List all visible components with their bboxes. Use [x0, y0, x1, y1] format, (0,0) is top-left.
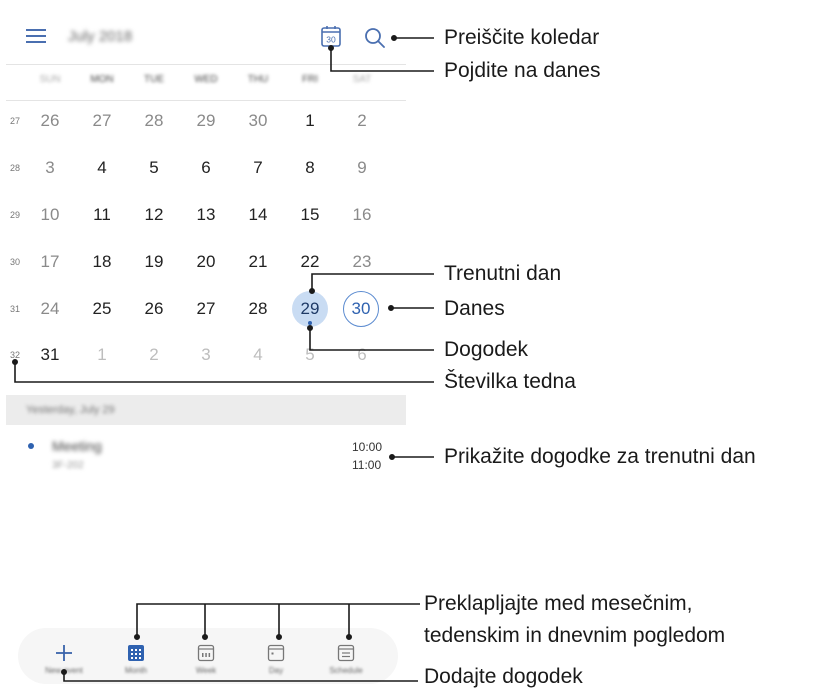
day-cell[interactable]: 5 — [290, 340, 330, 370]
event-color-dot — [28, 443, 34, 449]
day-cell[interactable]: 26 — [30, 106, 70, 136]
callout-switch-view-line2: tedenskim in dnevnim pogledom — [424, 624, 726, 647]
day-cell[interactable]: 3 — [186, 340, 226, 370]
day-cell[interactable]: 28 — [134, 106, 174, 136]
go-to-today-icon[interactable]: 30 — [321, 25, 341, 47]
weekday-header: SUN MON TUE WED THU FRI SAT — [24, 74, 394, 92]
day-cell[interactable]: 24 — [30, 294, 70, 324]
callout-event: Dogodek — [444, 338, 529, 361]
header-divider — [6, 64, 406, 65]
day-cell[interactable]: 1 — [290, 106, 330, 136]
day-cell[interactable]: 25 — [82, 294, 122, 324]
plus-icon — [56, 645, 72, 661]
day-cell[interactable]: 27 — [82, 106, 122, 136]
week-view-tab[interactable]: Week — [180, 636, 232, 680]
weekday-sat: SAT — [352, 74, 372, 85]
event-location: 3F-202 — [52, 460, 84, 471]
weekday-mon: MON — [90, 74, 114, 85]
nav-label: Day — [268, 666, 284, 675]
day-cell[interactable]: 23 — [342, 247, 382, 277]
weekday-fri: FRI — [301, 74, 319, 85]
day-cell[interactable]: 5 — [134, 153, 174, 183]
weekday-thu: THU — [247, 74, 269, 85]
day-cell[interactable]: 12 — [134, 200, 174, 230]
week-number: 32 — [9, 350, 20, 360]
day-cell[interactable]: 10 — [30, 200, 70, 230]
callout-show-events: Prikažite dogodke za trenutni dan — [444, 445, 756, 468]
week-number: 29 — [9, 210, 20, 220]
day-cell[interactable]: 20 — [186, 247, 226, 277]
day-cell[interactable]: 15 — [290, 200, 330, 230]
day-cell[interactable]: 13 — [186, 200, 226, 230]
callout-search: Preiščite koledar — [444, 26, 600, 49]
day-view-icon — [267, 644, 285, 662]
today-icon-number: 30 — [326, 35, 336, 45]
day-cell[interactable]: 6 — [342, 340, 382, 370]
event-start-time: 10:00 — [352, 440, 383, 454]
day-cell[interactable]: 30 — [238, 106, 278, 136]
weekday-tue: TUE — [144, 74, 164, 85]
day-cell[interactable]: 11 — [82, 200, 122, 230]
day-cell[interactable]: 14 — [238, 200, 278, 230]
day-cell[interactable]: 27 — [186, 294, 226, 324]
events-header-label: Yesterday, July 29 — [26, 404, 115, 416]
today-day-cell[interactable]: 30 — [343, 291, 379, 327]
callout-go-today: Pojdite na danes — [444, 59, 601, 82]
schedule-view-icon — [337, 644, 355, 662]
day-cell[interactable]: 31 — [30, 340, 70, 370]
bottom-navigation: New event Month Week Day Schedule — [18, 628, 398, 684]
day-cell[interactable]: 9 — [342, 153, 382, 183]
day-cell[interactable]: 18 — [82, 247, 122, 277]
event-end-time: 11:00 — [352, 458, 382, 472]
nav-label: Month — [124, 666, 148, 675]
day-cell[interactable]: 4 — [238, 340, 278, 370]
day-cell[interactable]: 4 — [82, 153, 122, 183]
calendar-screen: July 2018 30 SUN MON TUE WED THU FRI SAT — [0, 0, 410, 693]
search-icon[interactable] — [364, 27, 386, 49]
nav-label: Schedule — [329, 666, 363, 675]
day-cell[interactable]: 28 — [238, 294, 278, 324]
day-cell[interactable]: 6 — [186, 153, 226, 183]
day-view-tab[interactable]: Day — [250, 636, 302, 680]
day-cell[interactable]: 22 — [290, 247, 330, 277]
top-app-bar: July 2018 30 — [0, 0, 410, 64]
weekday-divider — [6, 100, 406, 101]
event-list-item[interactable]: Meeting 3F-202 10:00 11:00 — [6, 430, 406, 480]
week-number: 28 — [9, 163, 20, 173]
day-cell[interactable]: 8 — [290, 153, 330, 183]
weekday-wed: WED — [194, 74, 218, 85]
callout-today: Danes — [444, 297, 505, 320]
day-cell[interactable]: 29 — [186, 106, 226, 136]
callout-current-day: Trenutni dan — [444, 262, 562, 285]
month-view-icon — [128, 645, 144, 661]
month-view-tab[interactable]: Month — [110, 636, 162, 680]
nav-label: New event — [45, 666, 83, 675]
week-number: 31 — [9, 304, 20, 314]
callout-week-number: Številka tedna — [444, 370, 576, 393]
hamburger-menu-icon[interactable] — [26, 29, 46, 44]
day-cell[interactable]: 17 — [30, 247, 70, 277]
week-view-icon — [197, 644, 215, 662]
schedule-view-tab[interactable]: Schedule — [320, 636, 372, 680]
day-cell[interactable]: 19 — [134, 247, 174, 277]
day-cell[interactable]: 26 — [134, 294, 174, 324]
week-number: 30 — [9, 257, 20, 267]
events-day-header: Yesterday, July 29 — [6, 395, 406, 425]
event-indicator-dot — [308, 321, 312, 325]
week-number: 27 — [9, 116, 20, 126]
day-cell[interactable]: 2 — [134, 340, 174, 370]
new-event-button[interactable]: New event — [38, 636, 90, 680]
month-title[interactable]: July 2018 — [68, 28, 132, 45]
day-cell[interactable]: 1 — [82, 340, 122, 370]
day-cell[interactable]: 3 — [30, 153, 70, 183]
day-cell[interactable]: 16 — [342, 200, 382, 230]
callout-add-event: Dodajte dogodek — [424, 665, 583, 688]
callout-switch-view-line1: Preklapljajte med mesečnim, — [424, 592, 693, 615]
day-cell[interactable]: 21 — [238, 247, 278, 277]
weekday-sun: SUN — [39, 74, 61, 85]
event-title: Meeting — [52, 438, 102, 454]
day-cell[interactable]: 2 — [342, 106, 382, 136]
day-cell[interactable]: 7 — [238, 153, 278, 183]
nav-label: Week — [195, 666, 217, 675]
